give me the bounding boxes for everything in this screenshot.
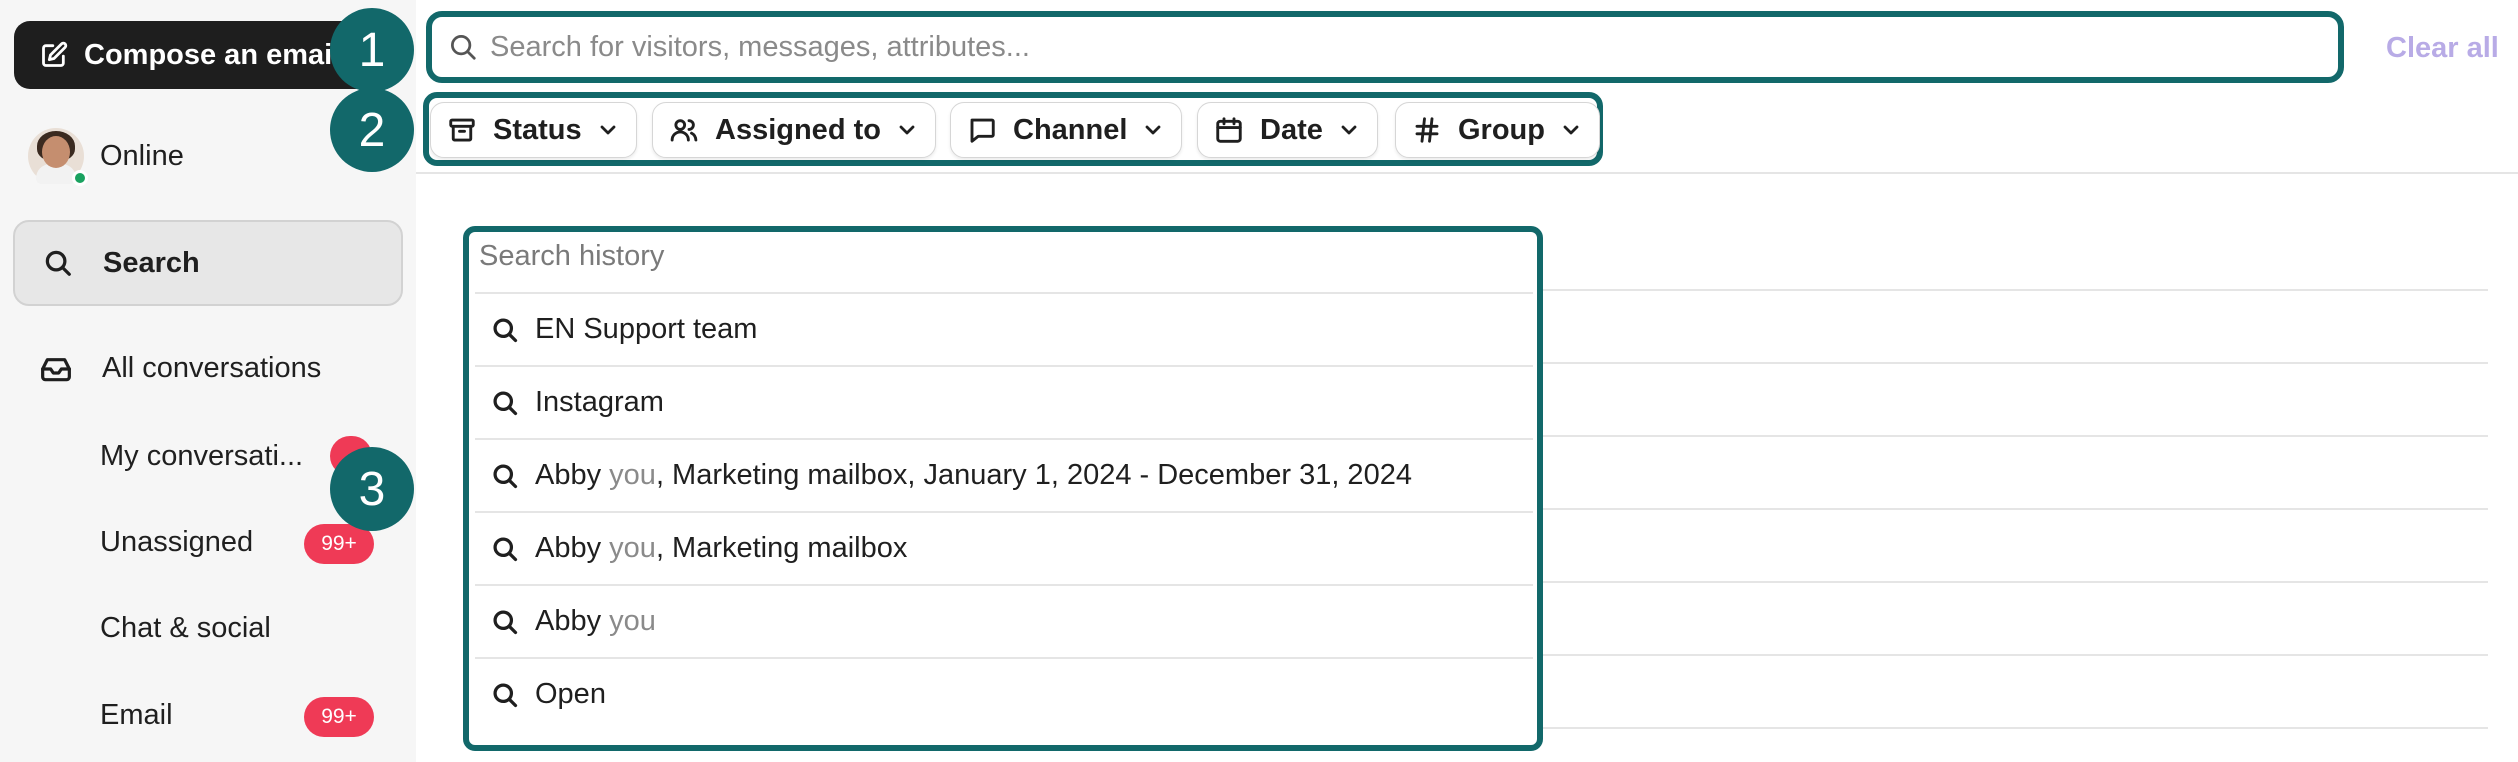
history-item-text: Open bbox=[535, 678, 606, 710]
list-divider bbox=[1540, 362, 2488, 364]
filter-group[interactable]: Group bbox=[1395, 102, 1600, 158]
edit-icon bbox=[42, 41, 68, 67]
search-icon bbox=[451, 35, 476, 60]
filter-status[interactable]: Status bbox=[430, 102, 637, 158]
chevron-down-icon bbox=[1341, 125, 1357, 135]
callout-2: 2 bbox=[330, 88, 414, 172]
history-item-text: Abby bbox=[535, 532, 610, 564]
agent-status[interactable]: Online bbox=[28, 128, 184, 186]
search-icon bbox=[45, 250, 71, 276]
list-divider bbox=[1540, 435, 2488, 437]
inbox-icon bbox=[41, 357, 71, 381]
sidebar-item-chat-social[interactable]: Chat & social bbox=[100, 612, 271, 645]
chevron-down-icon bbox=[1563, 125, 1579, 135]
chevron-down-icon bbox=[600, 125, 616, 135]
archive-icon bbox=[449, 118, 475, 142]
history-item[interactable]: Open bbox=[475, 657, 1533, 730]
filter-label: Assigned to bbox=[715, 113, 881, 146]
history-item-muted: you bbox=[609, 532, 656, 564]
history-item-muted: you bbox=[609, 605, 656, 637]
sidebar-item-label: Search bbox=[103, 246, 200, 279]
search-icon bbox=[493, 390, 518, 415]
calendar-icon bbox=[1216, 117, 1242, 143]
sidebar-item-label: Chat & social bbox=[100, 612, 271, 644]
callout-1: 1 bbox=[330, 8, 414, 92]
filter-label: Channel bbox=[1013, 113, 1128, 146]
filter-assigned-to[interactable]: Assigned to bbox=[652, 102, 936, 158]
users-icon bbox=[670, 119, 698, 142]
sidebar-item-label: Unassigned bbox=[100, 526, 254, 558]
header-divider bbox=[416, 172, 2518, 174]
avatar bbox=[28, 128, 88, 186]
filter-channel[interactable]: Channel bbox=[950, 102, 1183, 158]
sidebar-item-label: All conversations bbox=[102, 352, 322, 384]
filter-label: Group bbox=[1458, 113, 1545, 146]
history-item-suffix: , Marketing mailbox bbox=[655, 532, 908, 564]
filter-label: Date bbox=[1260, 113, 1323, 146]
history-item-text: Abby bbox=[535, 459, 610, 491]
search-icon bbox=[493, 317, 518, 342]
search-icon bbox=[493, 536, 518, 561]
history-item[interactable]: Abby you bbox=[475, 584, 1533, 657]
history-item[interactable]: EN Support team bbox=[475, 292, 1533, 365]
history-item[interactable]: Abby you, Marketing mailbox bbox=[475, 511, 1533, 584]
search-input[interactable] bbox=[490, 30, 2290, 64]
chat-bubble-icon bbox=[970, 118, 995, 143]
sidebar-item-search[interactable]: Search bbox=[13, 220, 403, 306]
search-bar[interactable] bbox=[426, 11, 2344, 83]
search-icon bbox=[493, 463, 518, 488]
search-icon bbox=[493, 682, 518, 707]
sidebar-item-my-conversations[interactable]: My conversati... bbox=[100, 440, 303, 473]
history-item-text: Abby bbox=[535, 605, 610, 637]
chevron-down-icon bbox=[899, 125, 915, 135]
search-history-title: Search history bbox=[479, 240, 665, 272]
list-divider bbox=[1540, 508, 2488, 510]
list-divider bbox=[1540, 654, 2488, 656]
filter-date[interactable]: Date bbox=[1197, 102, 1378, 158]
compose-email-button[interactable]: Compose an email bbox=[14, 21, 374, 89]
sidebar-item-email[interactable]: Email bbox=[100, 699, 173, 732]
sidebar-item-label: My conversati... bbox=[100, 440, 304, 472]
chevron-down-icon bbox=[1146, 125, 1161, 135]
history-item-muted: you bbox=[609, 459, 656, 491]
list-divider bbox=[1540, 581, 2488, 583]
callout-3: 3 bbox=[330, 447, 414, 531]
hash-icon bbox=[1415, 117, 1439, 143]
sidebar-item-label: Email bbox=[100, 699, 173, 731]
history-item-text: Instagram bbox=[535, 386, 664, 418]
history-item-suffix: , Marketing mailbox, January 1, 2024 - D… bbox=[655, 459, 1412, 491]
compose-email-label: Compose an email bbox=[84, 38, 341, 71]
email-badge: 99+ bbox=[304, 697, 374, 737]
history-item[interactable]: Instagram bbox=[475, 365, 1533, 438]
search-icon bbox=[493, 609, 518, 634]
clear-all-button[interactable]: Clear all bbox=[2386, 32, 2499, 65]
sidebar-item-all-conversations[interactable]: All conversations bbox=[40, 352, 321, 385]
list-divider bbox=[1540, 289, 2488, 291]
search-history-dropdown: Search history EN Support team Instagram… bbox=[463, 226, 1543, 751]
history-item[interactable]: Abby you, Marketing mailbox, January 1, … bbox=[475, 438, 1533, 511]
status-label: Online bbox=[100, 139, 184, 172]
filter-label: Status bbox=[493, 113, 582, 146]
list-divider bbox=[1540, 727, 2488, 729]
sidebar-item-unassigned[interactable]: Unassigned bbox=[100, 526, 253, 559]
history-item-text: EN Support team bbox=[535, 313, 758, 345]
online-indicator bbox=[72, 170, 88, 186]
